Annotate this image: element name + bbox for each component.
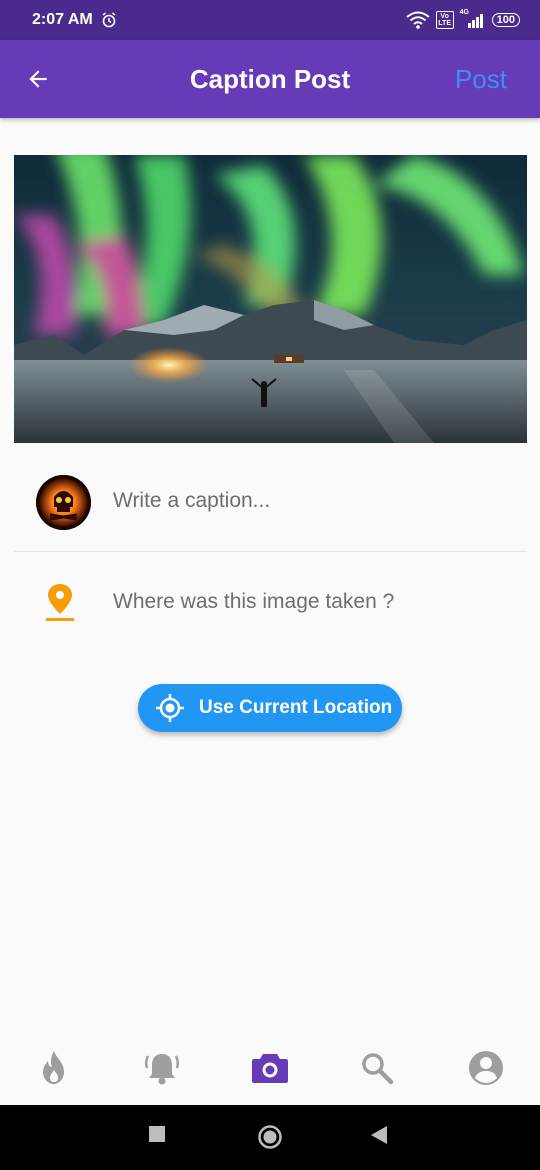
post-button[interactable]: Post xyxy=(455,64,507,95)
system-nav-bar xyxy=(0,1105,540,1170)
recents-square-icon[interactable] xyxy=(148,1125,166,1143)
flame-icon xyxy=(43,1051,64,1084)
location-row xyxy=(14,560,527,640)
use-current-location-button[interactable]: Use Current Location xyxy=(138,684,402,732)
back-triangle-icon[interactable] xyxy=(370,1125,388,1145)
battery-indicator: 100 xyxy=(491,13,520,27)
caption-row xyxy=(14,460,527,552)
nav-item-search[interactable] xyxy=(357,1048,397,1088)
status-bar: 2:07 AM Vo LTE 4G 100 xyxy=(0,0,540,40)
volte-badge: Vo LTE xyxy=(435,11,454,29)
account-circle-icon xyxy=(469,1051,503,1085)
status-time: 2:07 AM xyxy=(32,11,93,28)
nav-item-feed[interactable] xyxy=(34,1048,74,1088)
battery-level: 100 xyxy=(496,13,515,26)
wifi-icon xyxy=(406,11,430,29)
app-bar: Caption Post Post xyxy=(0,40,540,118)
use-current-location-label: Use Current Location xyxy=(199,697,393,718)
location-input[interactable] xyxy=(113,590,513,614)
camera-icon xyxy=(252,1054,288,1083)
bell-ringing-icon xyxy=(144,1054,180,1085)
nav-item-notifications[interactable] xyxy=(142,1048,182,1088)
home-circle-icon[interactable] xyxy=(257,1124,283,1150)
nav-item-profile[interactable] xyxy=(466,1048,506,1088)
alarm-icon xyxy=(102,12,116,28)
caption-input[interactable] xyxy=(113,489,513,513)
location-pin-icon xyxy=(46,584,74,621)
bottom-nav xyxy=(0,1030,540,1105)
post-image xyxy=(14,155,527,443)
signal-icon: 4G xyxy=(460,9,486,29)
nav-item-camera[interactable] xyxy=(250,1048,290,1088)
search-icon xyxy=(362,1053,394,1085)
avatar[interactable] xyxy=(36,475,91,530)
gps-fixed-icon xyxy=(156,694,184,722)
